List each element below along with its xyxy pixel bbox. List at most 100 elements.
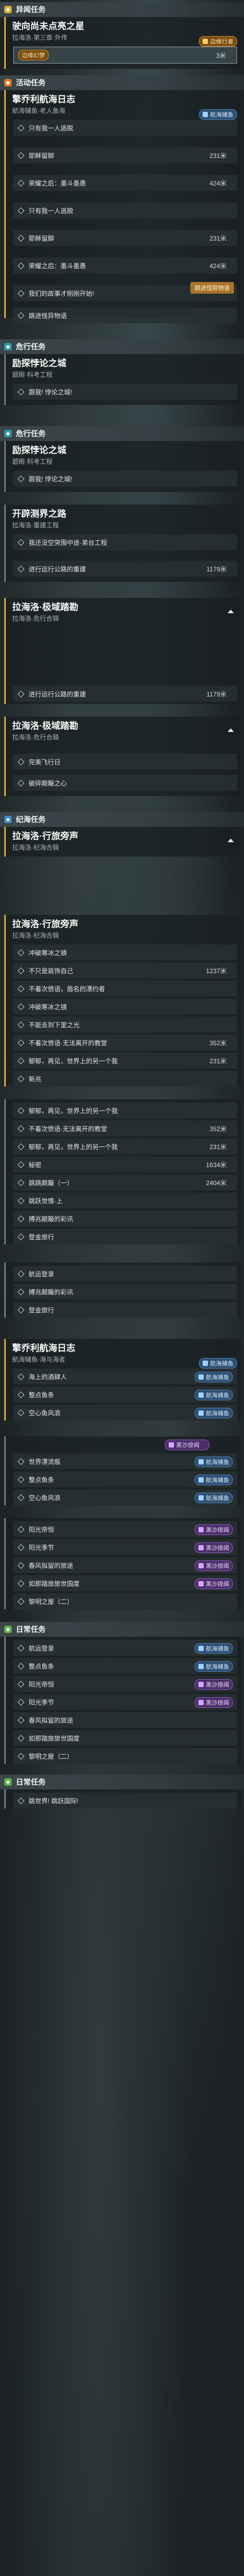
quest-card[interactable]: 黑沙掠闻 世界漂流瓶 航海捕鱼 整点鱼条 航海捕鱼 空心鱼风浪 航海捕鱼 xyxy=(4,1436,241,1505)
quest-card[interactable]: 郁郁，再见，世界上的另一个我 不着次愤语·无法离开的教堂 352米 郁郁，再见，世… xyxy=(4,1099,241,1245)
quest-card[interactable]: 擎乔利航海日志 航海辅鱼·老人鱼海 航海捕鱼 只有我一人逃脱 耶稣留脚 231米 … xyxy=(4,90,241,323)
quest-card[interactable]: 擎乔利航海日志 航海辅鱼·海与海者 航海捕鱼 海上的酒肆人 航海捕鱼 整点鱼条 航海… xyxy=(4,1339,241,1421)
quest-card[interactable]: 拉海洛·极域踏勘 拉海洛·危行合辑 进行远行公路的重建 1179米 xyxy=(4,598,241,704)
step-label: 如那踏旅旅世国度 xyxy=(29,1580,80,1587)
step-marker-icon xyxy=(18,690,24,698)
quest-step[interactable]: 整点鱼条 航海捕鱼 xyxy=(13,1658,237,1674)
quest-step[interactable]: 不只是装饰自己 1237米 xyxy=(13,963,237,978)
quest-step[interactable]: 郁郁，再见，世界上的另一个我 xyxy=(13,1102,237,1118)
collapse-chevron-icon[interactable] xyxy=(228,728,234,732)
section-header-danger[interactable]: ◆ 危行任务 xyxy=(0,339,244,354)
quest-step[interactable]: 空心鱼风浪 航海捕鱼 xyxy=(13,1489,237,1505)
quest-step[interactable]: 航运登录 航海捕鱼 xyxy=(13,1640,237,1656)
quest-step[interactable]: 我还没空突围中途·弟台工程 xyxy=(13,534,237,550)
quest-step[interactable]: 耶稣留脚 231米 xyxy=(13,147,237,163)
quest-step[interactable]: 不着次愤语，眉名的漂约者 xyxy=(13,981,237,996)
step-label: 登金旅行 xyxy=(29,1233,55,1241)
quest-card[interactable]: 跳世界! 跳跃国际! xyxy=(4,1789,241,1809)
step-label: 整点鱼条 xyxy=(29,1391,55,1399)
collapse-chevron-icon[interactable] xyxy=(228,610,234,613)
section-header-daily[interactable]: ◆ 日常任务 xyxy=(0,1775,244,1789)
quest-step[interactable]: 进行远行公路的重建 1179米 xyxy=(13,561,237,577)
quest-card[interactable]: 拉海洛·极域踏勘 拉海洛·危行合辑 完美飞行日 破碎颠簸之心 xyxy=(4,717,241,796)
quest-step[interactable]: 世界漂流瓶 航海捕鱼 xyxy=(13,1453,237,1469)
quest-step[interactable]: 完美飞行日 xyxy=(13,754,237,770)
quest-step[interactable]: 荣耀之后：墨斗墨愚 424米 xyxy=(13,175,237,191)
step-label: 郁郁，再见，世界上的另一个我 xyxy=(29,1107,118,1115)
quest-step[interactable]: 冲破寒冰之镜 xyxy=(13,999,237,1014)
section-tag-icon: ◆ xyxy=(4,1626,12,1633)
quest-step[interactable]: 阳光帝恒 黑沙掠闻 xyxy=(13,1676,237,1692)
quest-step[interactable]: 郁郁，再见，世界上的另一个我 231米 xyxy=(13,1053,237,1069)
step-label: 新兆 xyxy=(29,1075,42,1083)
quest-step[interactable]: 只有我一人逃脱 xyxy=(13,202,237,218)
quest-step[interactable]: 不着次愤语·无法离开的教堂 352米 xyxy=(13,1121,237,1136)
quest-step[interactable]: 阳光帝恒 黑沙掠闻 xyxy=(13,1521,237,1537)
quest-step[interactable]: 边缘幻梦 3米 xyxy=(13,47,237,64)
hint-sticker[interactable]: 跳进怪异物语 xyxy=(190,282,234,294)
quest-step[interactable]: 春风拟留的旅途 xyxy=(13,1712,237,1728)
quest-card[interactable]: 航运登录 搏兆颠簸的彩讯 登金旅行 xyxy=(4,1263,241,1318)
quest-card[interactable]: 阳光帝恒 黑沙掠闻 阳光季节 黑沙掠闻 春风拟留的旅途 黑沙掠闻 如那踏旅旅世国度 黑沙… xyxy=(4,1518,241,1609)
fishing-icon xyxy=(198,1459,204,1465)
quest-step[interactable]: 不能去到下里之光 xyxy=(13,1017,237,1033)
quest-step[interactable]: 春风拟留的旅途 黑沙掠闻 xyxy=(13,1557,237,1573)
quest-step[interactable]: 破碎颠簸之心 xyxy=(13,775,237,791)
section-header-daily[interactable]: ◆ 日常任务 xyxy=(0,1622,244,1637)
step-marker-icon xyxy=(18,1680,24,1688)
quest-step[interactable]: 不着次愤语·无法离开的教堂 352米 xyxy=(13,1035,237,1051)
quest-card[interactable]: 驶向尚未点亮之星 拉海洛·第三章·外传 边缘行者 边缘幻梦 3米 xyxy=(4,17,241,69)
quest-card[interactable]: 励探悖论之城 题眼·科考工程 跟我! 悖论之城! xyxy=(4,441,241,492)
quest-step[interactable]: 整点鱼条 航海捕鱼 xyxy=(13,1471,237,1487)
quest-step[interactable]: 跟我! 悖论之城! xyxy=(13,471,237,487)
quest-step[interactable]: 如那踏旅旅世国度 黑沙掠闻 xyxy=(13,1575,237,1591)
step-label: 整点鱼条 xyxy=(29,1662,55,1670)
quest-step[interactable]: 进行远行公路的重建 1179米 xyxy=(13,686,237,702)
step-distance: 2404米 xyxy=(206,1179,226,1187)
quest-card[interactable]: 航运登录 航海捕鱼 整点鱼条 航海捕鱼 阳光帝恒 黑沙掠闻 阳光季节 黑沙掠闻 春风拟留… xyxy=(4,1637,241,1764)
step-label: 只有我一人逃脱 xyxy=(29,124,74,132)
quest-step[interactable]: 航运登录 xyxy=(13,1266,237,1282)
quest-step[interactable]: 海上的酒肆人 航海捕鱼 xyxy=(13,1369,237,1384)
quest-step[interactable]: 耶稣留脚 231米 xyxy=(13,230,237,246)
quest-step[interactable]: 整点鱼条 航海捕鱼 xyxy=(13,1387,237,1402)
step-marker-icon xyxy=(18,1580,24,1587)
quest-step[interactable]: 搏兆颠簸的彩讯 xyxy=(13,1284,237,1300)
step-marker-icon xyxy=(18,1476,24,1483)
quest-step[interactable]: 郁郁，再见，世界上的另一个我 231米 xyxy=(13,1139,237,1154)
fishing-icon xyxy=(203,112,208,117)
quest-step[interactable]: 阳光季节 黑沙掠闻 xyxy=(13,1539,237,1555)
section-header-danger[interactable]: ◆ 危行任务 xyxy=(0,426,244,441)
quest-step[interactable]: 跳跃世情·上 xyxy=(13,1193,237,1208)
quest-step[interactable]: 荣耀之后：墨斗墨愚 424米 xyxy=(13,258,237,274)
collapse-chevron-icon[interactable] xyxy=(228,839,234,842)
quest-step[interactable]: 跳进怪异物语 xyxy=(13,307,237,323)
step-tag-badge: 航海捕鱼 xyxy=(195,1457,233,1467)
quest-card[interactable]: 励探悖论之城 题眼·科考工程 跟我! 悖论之城! xyxy=(4,354,241,405)
quest-step[interactable]: 跳世界! 跳跃国际! xyxy=(13,1793,237,1809)
quest-step[interactable]: 只有我一人逃脱 xyxy=(13,120,237,136)
section-header-event[interactable]: ◆ 活动任务 xyxy=(0,75,244,90)
quest-step[interactable]: 秘密 1634米 xyxy=(13,1157,237,1172)
quest-step[interactable]: 空心鱼风浪 航海捕鱼 xyxy=(13,1405,237,1421)
section-header-sea[interactable]: ◆ 纪海任务 xyxy=(0,812,244,827)
step-label: 登金旅行 xyxy=(29,1306,55,1314)
quest-step[interactable]: 黎明之屋（二） xyxy=(13,1593,237,1609)
quest-step[interactable]: 登金旅行 xyxy=(13,1302,237,1318)
quest-step[interactable]: 阳光季节 黑沙掠闻 xyxy=(13,1694,237,1710)
quest-step[interactable]: 冲破寒冰之镜 xyxy=(13,945,237,960)
quest-card[interactable]: 拉海洛·行旅旁声 拉海洛·纪海合辑 冲破寒冰之镜 不只是装饰自己 1237米 不着… xyxy=(4,915,241,1087)
quest-step[interactable]: 黎明之屋（二） xyxy=(13,1748,237,1764)
step-label: 耶稣留脚 xyxy=(29,152,55,160)
step-marker-icon xyxy=(18,539,24,546)
quest-step[interactable]: 跟我! 悖论之城! xyxy=(13,384,237,400)
quest-step[interactable]: 搏兆颠簸的彩讯 xyxy=(13,1211,237,1227)
quest-card[interactable]: 开辟测界之路 拉海洛·重建工程 我还没空突围中途·弟台工程 进行远行公路的重建 1… xyxy=(4,505,241,582)
quest-step[interactable]: 跳跳颠簸（一） 2404米 xyxy=(13,1175,237,1190)
quest-step[interactable]: 新兆 xyxy=(13,1071,237,1087)
step-marker-icon xyxy=(18,179,24,187)
quest-card[interactable]: 拉海洛·行旅旁声 拉海洛·纪海合辑 xyxy=(4,827,241,857)
quest-step[interactable]: 登金旅行 xyxy=(13,1229,237,1245)
quest-step[interactable]: 如那踏旅旅世国度 xyxy=(13,1730,237,1746)
section-header-anomaly[interactable]: ◆ 异闻任务 xyxy=(0,2,244,17)
